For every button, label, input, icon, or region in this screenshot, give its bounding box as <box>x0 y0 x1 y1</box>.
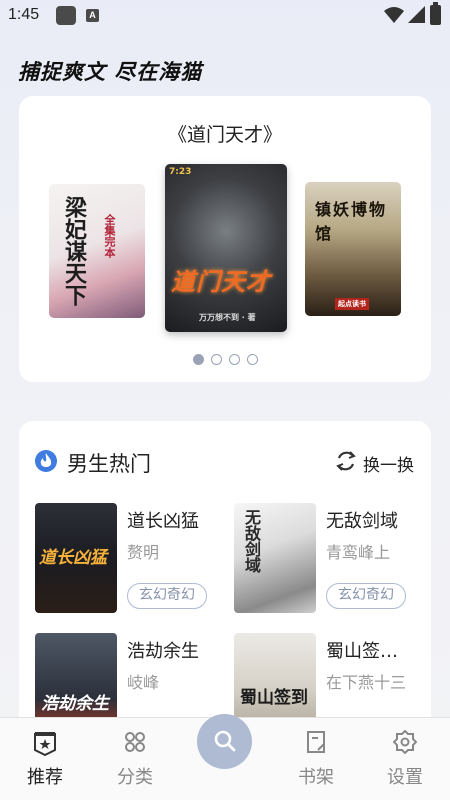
book-cover-text: 无敌剑域 <box>242 509 261 573</box>
book-cover: 道长凶猛 <box>35 503 117 613</box>
carousel-dot[interactable] <box>211 354 222 365</box>
book-title: 无敌剑域 <box>326 511 398 532</box>
status-bar: 1:45 A <box>0 0 450 32</box>
cover-title: 道门天才 <box>171 267 271 296</box>
cover-title: 梁妃谋天下 <box>61 196 87 306</box>
book-author: 岐峰 <box>127 673 160 692</box>
book-genre-tag[interactable]: 玄幻奇幻 <box>127 583 207 609</box>
book-cover-text: 蜀山签到 <box>240 688 308 708</box>
signal-icon <box>408 6 425 23</box>
book-cover-text: 浩劫余生 <box>41 694 109 714</box>
book-item[interactable]: 道长凶猛 道长凶猛 赘明 玄幻奇幻 <box>35 503 220 615</box>
carousel-cover-left[interactable]: 梁妃谋天下 全集完本 <box>49 184 145 318</box>
book-cover: 无敌剑域 <box>234 503 316 613</box>
nav-bookshelf[interactable]: 书架 <box>281 718 351 800</box>
hot-section: 男生热门 换一换 道长凶猛 道长凶猛 赘明 玄幻奇幻 无敌剑域 无敌剑域 青鸾峰… <box>19 421 431 761</box>
category-icon <box>125 732 145 752</box>
book-title: 蜀山签… <box>326 641 398 662</box>
nav-search-button[interactable] <box>197 714 252 769</box>
nav-settings[interactable]: 设置 <box>370 718 440 800</box>
nav-label: 书架 <box>298 767 334 788</box>
settings-icon <box>393 730 417 754</box>
book-cover-text: 道长凶猛 <box>39 548 107 568</box>
bookshelf-icon <box>307 731 325 753</box>
refresh-label: 换一换 <box>363 456 414 476</box>
battery-icon <box>430 2 441 25</box>
carousel-cover-right[interactable]: 镇妖博物馆 起点读书 <box>305 182 401 316</box>
nav-category[interactable]: 分类 <box>100 718 170 800</box>
carousel-dot[interactable] <box>229 354 240 365</box>
cover-subtitle: 全集完本 <box>103 214 116 258</box>
nav-label: 分类 <box>117 767 153 788</box>
book-item[interactable]: 无敌剑域 无敌剑域 青鸾峰上 玄幻奇幻 <box>234 503 419 615</box>
cover-title: 镇妖博物馆 <box>315 200 388 243</box>
wifi-icon <box>384 7 404 23</box>
book-author: 在下燕十三 <box>326 673 407 692</box>
nav-label: 推荐 <box>27 767 63 788</box>
nav-label: 设置 <box>387 767 423 788</box>
recommend-icon <box>34 732 56 756</box>
book-genre-tag[interactable]: 玄幻奇幻 <box>326 583 406 609</box>
cover-tag: 7:23 <box>169 167 192 177</box>
fire-icon <box>35 450 57 472</box>
search-icon <box>214 730 236 752</box>
carousel-cover-center[interactable]: 7:23 道门天才 万万想不到 · 著 <box>165 164 287 332</box>
book-author: 赘明 <box>127 543 160 562</box>
featured-carousel[interactable]: 《道门天才》 梁妃谋天下 全集完本 7:23 道门天才 万万想不到 · 著 镇妖… <box>19 96 431 382</box>
section-title: 男生热门 <box>67 452 151 476</box>
slogan: 捕捉爽文 尽在海猫 <box>18 60 203 84</box>
notification-icon <box>56 6 76 25</box>
book-title: 道长凶猛 <box>127 511 199 532</box>
carousel-dot[interactable] <box>193 354 204 365</box>
status-time: 1:45 <box>8 6 40 23</box>
nav-recommend[interactable]: 推荐 <box>10 718 80 800</box>
cover-badge: 起点读书 <box>335 298 369 310</box>
book-title: 浩劫余生 <box>127 641 199 662</box>
a-badge-icon: A <box>86 9 99 22</box>
refresh-icon <box>336 451 356 471</box>
carousel-title: 《道门天才》 <box>167 124 282 146</box>
book-author: 青鸾峰上 <box>326 543 391 562</box>
cover-author: 万万想不到 · 著 <box>199 313 256 322</box>
carousel-dot[interactable] <box>247 354 258 365</box>
